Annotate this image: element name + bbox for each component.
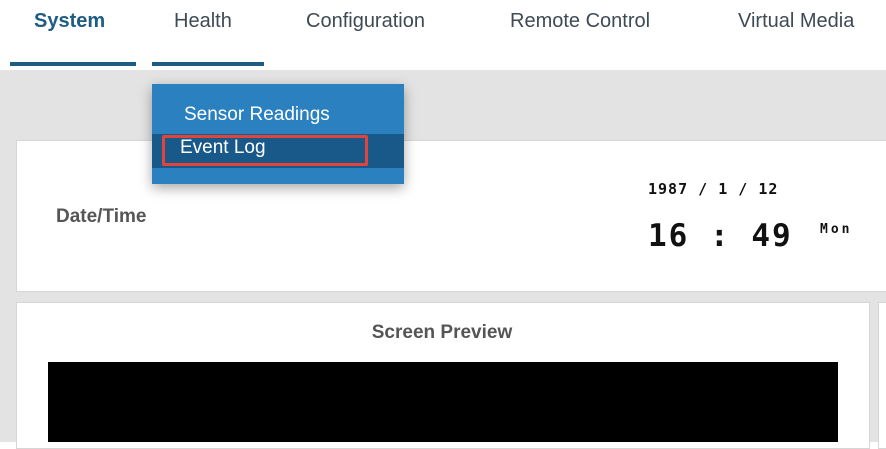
top-nav: System Health Configuration Remote Contr… [0, 0, 886, 70]
date-value: 1987 / 1 / 12 [648, 180, 779, 198]
tab-remote-control[interactable]: Remote Control [510, 10, 650, 33]
system-tab-indicator [10, 62, 136, 66]
datetime-label: Date/Time [56, 206, 147, 227]
day-value: Mon [820, 222, 853, 237]
health-tab-indicator [152, 62, 264, 66]
screen-preview-image[interactable] [48, 362, 838, 442]
time-value: 16 : 49 [648, 218, 793, 254]
side-card [878, 302, 886, 449]
health-dropdown-menu: Sensor Readings Event Log [152, 84, 404, 184]
tab-health[interactable]: Health [174, 10, 232, 33]
tab-virtual-media[interactable]: Virtual Media [738, 10, 854, 33]
menu-item-sensor-readings[interactable]: Sensor Readings [152, 100, 404, 134]
tab-system[interactable]: System [34, 10, 105, 33]
menu-item-label: Sensor Readings [184, 104, 330, 125]
datetime-card [16, 140, 886, 292]
tab-configuration[interactable]: Configuration [306, 10, 425, 33]
screen-preview-title: Screen Preview [371, 322, 513, 343]
event-log-highlight [162, 135, 368, 166]
